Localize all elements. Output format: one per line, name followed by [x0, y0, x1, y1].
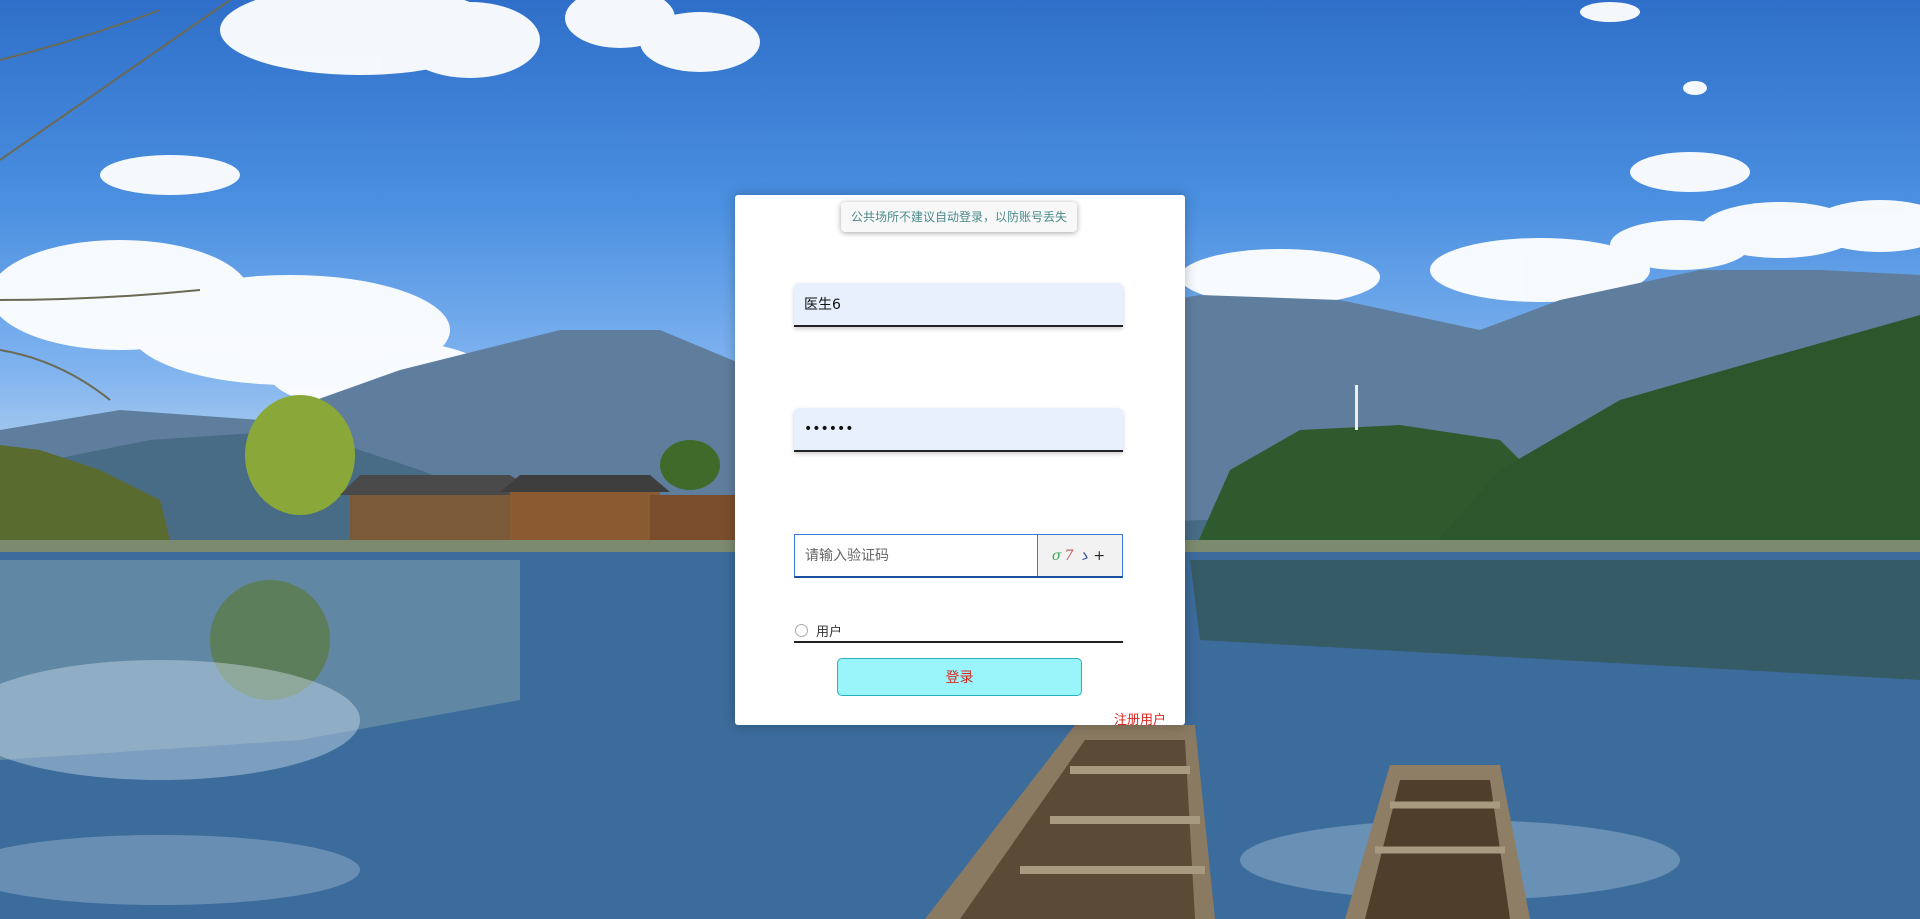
register-link[interactable]: 注册用户 [1114, 709, 1166, 728]
user-role-radio[interactable] [795, 623, 808, 637]
role-label: 用户 [816, 624, 843, 640]
captcha-char: ゝ [1076, 548, 1094, 565]
captcha-char: + [1093, 547, 1109, 564]
role-option[interactable]: 用户 [794, 619, 1123, 643]
security-tip: 公共场所不建议自动登录，以防账号丢失 [841, 202, 1077, 232]
captcha-row: σ7ゝ+ [794, 534, 1123, 578]
captcha-image[interactable]: σ 7 ゝ + [1037, 535, 1122, 576]
password-input[interactable] [794, 408, 1123, 450]
login-panel: 公共场所不建议自动登录，以防账号丢失 σ7ゝ+ 用户 登录 注册用户 [735, 195, 1185, 728]
captcha-input[interactable] [795, 535, 1037, 576]
login-button[interactable]: 登录 [837, 658, 1082, 696]
password-field-wrapper [794, 408, 1123, 452]
username-input[interactable] [794, 283, 1123, 325]
captcha-char: σ [1051, 547, 1065, 564]
login-page: 公共场所不建议自动登录，以防账号丢失 σ7ゝ+ 用户 登录 注册用户 [0, 0, 1920, 919]
captcha-char: 7 [1064, 547, 1077, 564]
username-field-wrapper [794, 283, 1123, 327]
